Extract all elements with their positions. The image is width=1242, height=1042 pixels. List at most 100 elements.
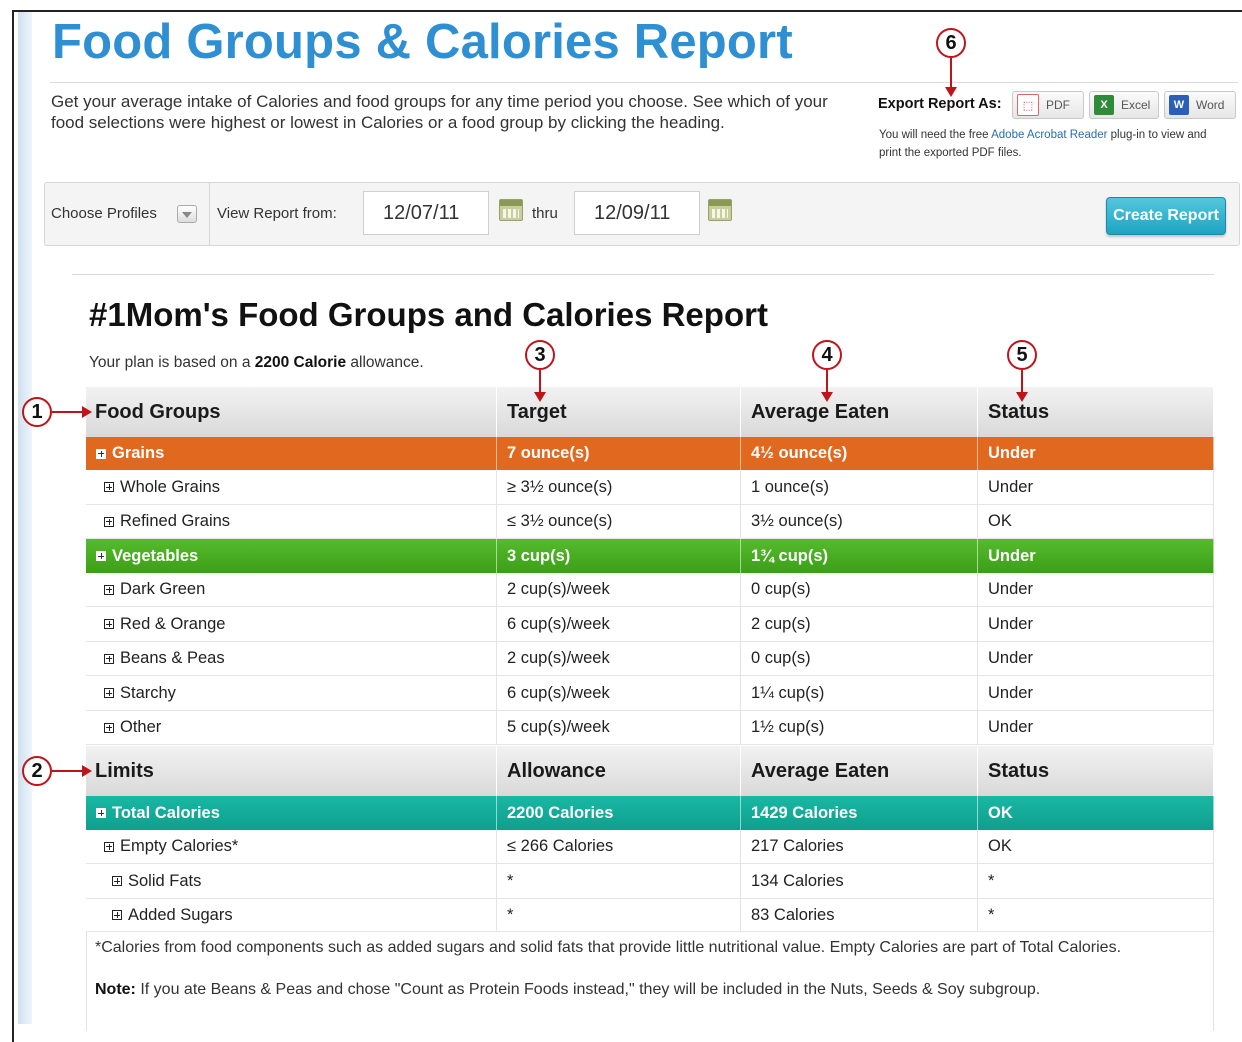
row-target: * (497, 899, 741, 931)
row-status: Under (978, 711, 1214, 744)
row-target: * (497, 864, 741, 898)
thru-label: thru (532, 205, 558, 222)
dropdown-arrow-icon[interactable] (177, 205, 197, 223)
header-average-eaten[interactable]: Average Eaten (741, 746, 978, 796)
excel-icon: X (1094, 95, 1114, 115)
row-eaten: 1 ounce(s) (741, 470, 978, 504)
header-status[interactable]: Status (978, 746, 1214, 796)
row-eaten: 134 Calories (741, 864, 978, 898)
page-title: Food Groups & Calories Report (52, 15, 793, 69)
expand-plus-icon[interactable] (104, 841, 114, 852)
filter-separator (209, 183, 210, 245)
calendar-icon[interactable] (499, 199, 523, 221)
header-food-groups[interactable]: Food Groups (86, 387, 497, 437)
row-status: Under (978, 470, 1214, 504)
expand-plus-icon[interactable] (96, 551, 106, 561)
table-row-refined-grains[interactable]: Refined Grains ≤ 3½ ounce(s) 3½ ounce(s)… (86, 505, 1214, 539)
empty-calories-footnote: *Calories from food components such as a… (95, 939, 1122, 956)
table-row-other[interactable]: Other 5 cup(s)/week 1½ cup(s) Under (86, 711, 1214, 745)
callout-arrow-6 (945, 58, 957, 97)
callout-arrow-3 (534, 370, 546, 402)
food-groups-header-row: Food Groups Target Average Eaten Status (86, 387, 1214, 437)
calendar-icon[interactable] (708, 199, 732, 221)
expand-plus-icon[interactable] (104, 584, 114, 595)
callout-arrow-4 (821, 370, 833, 402)
export-word-button[interactable]: W Word (1164, 91, 1236, 119)
export-excel-label: Excel (1121, 98, 1151, 112)
row-eaten: 83 Calories (741, 899, 978, 931)
callout-marker-6: 6 (936, 28, 966, 58)
header-allowance[interactable]: Allowance (497, 746, 741, 796)
row-status: OK (978, 830, 1214, 863)
limits-header-row: Limits Allowance Average Eaten Status (86, 746, 1214, 796)
export-note: You will need the free Adobe Acrobat Rea… (879, 127, 1229, 162)
plan-post: allowance. (346, 354, 424, 371)
row-target: 2 cup(s)/week (497, 642, 741, 675)
table-row-whole-grains[interactable]: Whole Grains ≥ 3½ ounce(s) 1 ounce(s) Un… (86, 470, 1214, 505)
row-eaten: 2 cup(s) (741, 607, 978, 641)
callout-arrow-2 (52, 765, 92, 777)
table-row-grains[interactable]: Grains 7 ounce(s) 4½ ounce(s) Under (86, 437, 1214, 470)
row-target: 3 cup(s) (497, 539, 741, 573)
header-status[interactable]: Status (978, 387, 1214, 437)
plan-calories: 2200 Calorie (254, 354, 347, 371)
row-status: * (978, 899, 1214, 931)
row-target: 2 cup(s)/week (497, 573, 741, 606)
expand-plus-icon[interactable] (104, 653, 114, 664)
table-row-dark-green[interactable]: Dark Green 2 cup(s)/week 0 cup(s) Under (86, 573, 1214, 607)
table-row-red-orange[interactable]: Red & Orange 6 cup(s)/week 2 cup(s) Unde… (86, 607, 1214, 642)
expand-plus-icon[interactable] (104, 722, 114, 733)
header-average-eaten[interactable]: Average Eaten (741, 387, 978, 437)
row-target: ≤ 3½ ounce(s) (497, 505, 741, 538)
row-name: Added Sugars (128, 905, 233, 924)
expand-plus-icon[interactable] (96, 808, 106, 818)
row-name: Starchy (120, 683, 176, 702)
row-target: 6 cup(s)/week (497, 676, 741, 710)
choose-profiles-label[interactable]: Choose Profiles (51, 205, 157, 222)
table-row-added-sugars[interactable]: Added Sugars * 83 Calories * (86, 899, 1214, 932)
to-date-input[interactable]: 12/09/11 (574, 191, 700, 235)
export-excel-button[interactable]: X Excel (1089, 91, 1159, 119)
header-limits[interactable]: Limits (86, 746, 497, 796)
expand-plus-icon[interactable] (104, 516, 114, 527)
row-name: Whole Grains (120, 477, 220, 496)
note-label: Note: (95, 981, 136, 998)
table-row-vegetables[interactable]: Vegetables 3 cup(s) 1¾ cup(s) Under (86, 539, 1214, 573)
table-row-solid-fats[interactable]: Solid Fats * 134 Calories * (86, 864, 1214, 899)
expand-plus-icon[interactable] (104, 619, 114, 629)
word-icon: W (1169, 95, 1189, 115)
view-report-from-label: View Report from: (217, 205, 337, 222)
create-report-button[interactable]: Create Report (1106, 197, 1226, 235)
row-eaten: 1¼ cup(s) (741, 676, 978, 710)
acrobat-reader-link[interactable]: Adobe Acrobat Reader (991, 129, 1107, 141)
expand-plus-icon[interactable] (112, 876, 122, 886)
table-row-total-calories[interactable]: Total Calories 2200 Calories 1429 Calori… (86, 796, 1214, 830)
report-title: #1Mom's Food Groups and Calories Report (89, 296, 768, 333)
row-target: 6 cup(s)/week (497, 607, 741, 641)
row-name: Total Calories (112, 803, 220, 822)
expand-plus-icon[interactable] (104, 688, 114, 698)
table-row-beans-peas[interactable]: Beans & Peas 2 cup(s)/week 0 cup(s) Unde… (86, 642, 1214, 676)
intro-text: Get your average intake of Calories and … (51, 92, 828, 132)
export-note-pre: You will need the free (879, 129, 992, 141)
row-name: Refined Grains (120, 512, 231, 530)
row-status: Under (978, 642, 1214, 675)
expand-plus-icon[interactable] (112, 910, 122, 920)
expand-plus-icon[interactable] (96, 448, 106, 459)
row-eaten: 217 Calories (741, 830, 978, 863)
left-accent-bar (18, 12, 32, 1024)
table-row-starchy[interactable]: Starchy 6 cup(s)/week 1¼ cup(s) Under (86, 676, 1214, 711)
export-pdf-button[interactable]: ⬚ PDF (1012, 91, 1084, 119)
table-row-empty-calories[interactable]: Empty Calories* ≤ 266 Calories 217 Calor… (86, 830, 1214, 864)
pdf-icon: ⬚ (1017, 94, 1039, 116)
title-divider (50, 82, 1238, 83)
from-date-input[interactable]: 12/07/11 (363, 191, 489, 235)
row-target: 7 ounce(s) (497, 437, 741, 470)
row-target: ≤ 266 Calories (497, 830, 741, 863)
row-eaten: 1429 Calories (741, 796, 978, 830)
callout-marker-2: 2 (22, 756, 52, 786)
expand-plus-icon[interactable] (104, 482, 114, 492)
callout-arrow-1 (52, 406, 92, 418)
plan-allowance-text: Your plan is based on a 2200 Calorie all… (89, 354, 424, 372)
export-word-label: Word (1196, 98, 1225, 112)
